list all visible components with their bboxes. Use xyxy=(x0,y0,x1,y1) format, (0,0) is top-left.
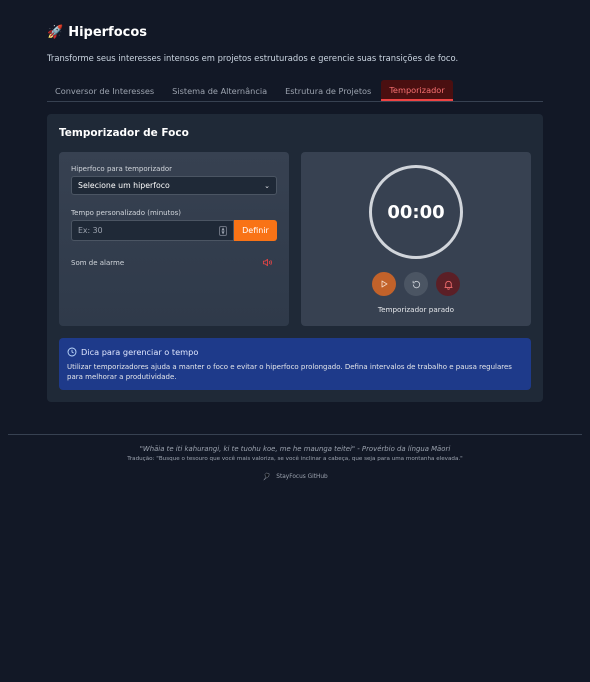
timer-settings-card: Hiperfoco para temporizador Selecione um… xyxy=(59,152,289,326)
chevron-down-icon: ⌄ xyxy=(264,181,270,190)
tab-timer[interactable]: Temporizador xyxy=(381,80,453,101)
footer-divider xyxy=(8,434,582,435)
footer-translation: Tradução: "Busque o tesouro que você mai… xyxy=(127,456,463,462)
timer-panel: Temporizador de Foco Hiperfoco para temp… xyxy=(47,114,543,402)
tab-interest-converter[interactable]: Conversor de Interesses xyxy=(47,80,164,101)
custom-time-input[interactable]: Ex: 30 ▲ ▼ xyxy=(71,220,234,241)
timer-panel-title: Temporizador de Foco xyxy=(59,127,189,139)
play-icon xyxy=(381,280,388,288)
tip-header: Dica para gerenciar o tempo xyxy=(67,347,198,357)
page-subtitle: Transforme seus interesses intensos em p… xyxy=(47,53,459,63)
timer-ring: 00:00 xyxy=(369,165,463,259)
tip-text: Utilizar temporizadores ajuda a manter o… xyxy=(67,363,512,381)
footer-quote: "Whāia te iti kahurangi, ki te tuohu koe… xyxy=(139,445,451,453)
hyperfocus-select-value: Selecione um hiperfoco xyxy=(78,181,170,190)
page-title: Hiperfocos xyxy=(68,25,148,40)
speaker-icon[interactable] xyxy=(262,257,273,268)
hyperfocus-select[interactable]: Selecione um hiperfoco ⌄ xyxy=(71,176,277,195)
tab-project-structure[interactable]: Estrutura de Projetos xyxy=(277,80,381,101)
tab-bar: Conversor de Interesses Sistema de Alter… xyxy=(47,80,543,102)
play-button[interactable] xyxy=(372,272,396,296)
timer-display: 00:00 xyxy=(387,201,445,223)
github-link[interactable]: StayFocus GitHub xyxy=(0,472,590,481)
number-spinner-icon[interactable]: ▲ ▼ xyxy=(219,225,227,236)
clock-icon xyxy=(67,347,77,357)
custom-time-label: Tempo personalizado (minutos) xyxy=(71,209,182,217)
bell-icon xyxy=(443,280,453,290)
github-icon xyxy=(263,472,270,481)
timer-display-card: 00:00 Temporizador parado xyxy=(301,152,531,326)
alarm-button[interactable] xyxy=(436,272,460,296)
hyperfocus-label: Hiperfoco para temporizador xyxy=(71,165,173,173)
tab-alternation-system[interactable]: Sistema de Alternância xyxy=(164,80,277,101)
custom-time-placeholder: Ex: 30 xyxy=(78,226,103,235)
define-button[interactable]: Definir xyxy=(234,220,277,241)
github-link-text[interactable]: StayFocus GitHub xyxy=(276,474,327,480)
reset-icon xyxy=(412,280,420,288)
rocket-icon: 🚀 xyxy=(47,25,64,40)
tip-box: Dica para gerenciar o tempo Utilizar tem… xyxy=(59,338,531,390)
timer-status: Temporizador parado xyxy=(377,305,455,314)
reset-button[interactable] xyxy=(404,272,428,296)
alarm-sound-label: Som de alarme xyxy=(71,259,125,267)
header: 🚀 Hiperfocos xyxy=(47,25,147,41)
tip-title: Dica para gerenciar o tempo xyxy=(81,347,199,357)
